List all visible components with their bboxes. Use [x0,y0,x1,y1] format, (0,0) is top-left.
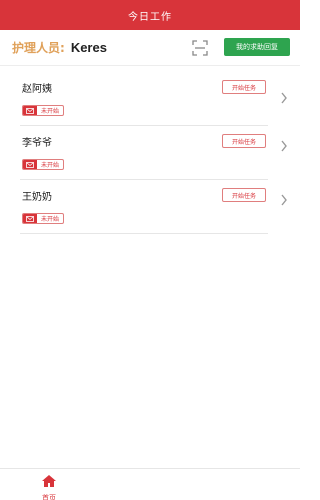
chevron-right-icon[interactable] [280,194,288,206]
home-icon [42,475,56,487]
status-badge: 未开始 [22,159,65,170]
resident-name: 王奶奶 [22,192,52,203]
status-text: 未开始 [41,216,60,223]
nurse-name: Keres [70,40,107,55]
resident-name: 赵阿姨 [22,84,52,95]
nurse-row: 护理人员: Keres 我的求助回复 [0,30,300,66]
list-item[interactable]: 王奶奶 未开始 开始任务 [20,180,268,234]
chevron-right-icon[interactable] [280,140,288,152]
resident-name: 李爷爷 [22,138,52,149]
tab-home-label: 首页 [42,494,56,500]
top-bar: 今日工作 [0,0,300,30]
list-item[interactable]: 赵阿姨 未开始 开始任务 [20,72,268,126]
task-list: 赵阿姨 未开始 开始任务 李爷爷 未开始 开始任务 王奶奶 未开始 开始任务 [20,72,268,234]
start-task-button[interactable]: 开始任务 [222,80,266,94]
envelope-icon [23,214,37,223]
envelope-icon [23,106,37,115]
tab-home[interactable]: 首页 [34,473,64,500]
envelope-icon [23,160,37,169]
status-badge: 未开始 [22,213,65,224]
nurse-label: 护理人员: [12,41,65,55]
start-task-button[interactable]: 开始任务 [222,134,266,148]
start-task-button[interactable]: 开始任务 [222,188,266,202]
status-text: 未开始 [41,108,60,115]
bottom-tab-bar: 首页 [0,468,300,500]
scan-icon[interactable] [192,40,208,56]
list-item[interactable]: 李爷爷 未开始 开始任务 [20,126,268,180]
page-title: 今日工作 [128,11,172,23]
status-text: 未开始 [41,162,60,169]
status-badge: 未开始 [22,105,65,116]
help-reply-button[interactable]: 我的求助回复 [224,38,290,56]
chevron-right-icon[interactable] [280,92,288,104]
